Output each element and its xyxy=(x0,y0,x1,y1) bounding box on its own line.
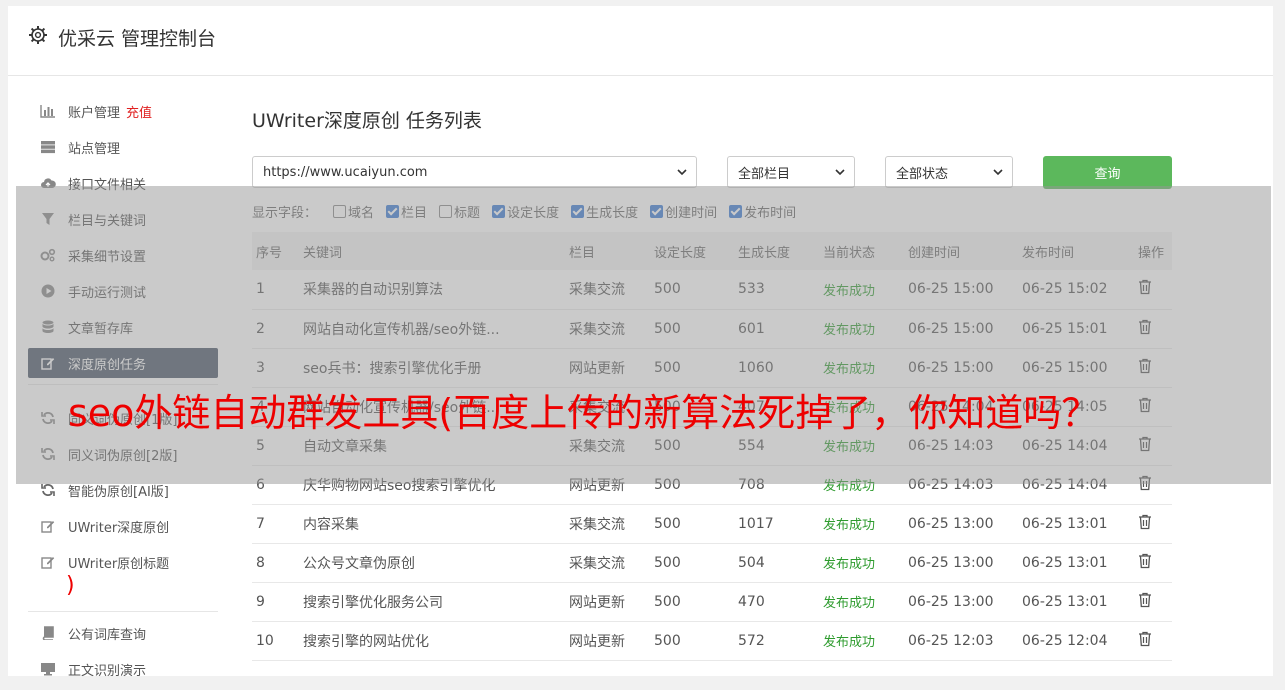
table-cell: 7 xyxy=(256,515,265,532)
sidebar-item-uwriter-deep[interactable]: UWriter深度原创 xyxy=(28,511,218,541)
server-icon xyxy=(40,139,56,155)
table-cell: 发布成功 xyxy=(823,596,876,611)
table-cell: 采集交流 xyxy=(569,555,625,572)
table-cell: 06-25 13:01 xyxy=(1022,554,1108,571)
overlay-headline: seo外链自动群发工具(百度上传的新算法死掉了，你知道吗？ xyxy=(68,391,1100,435)
monitor-icon xyxy=(40,661,56,677)
table-cell: 发布成功 xyxy=(823,557,876,572)
page-title: UWriter深度原创 任务列表 xyxy=(252,110,482,132)
table-cell: 06-25 12:03 xyxy=(908,632,994,649)
chevron-down-icon xyxy=(835,169,845,176)
site-select[interactable]: https://www.ucaiyun.com xyxy=(252,156,697,188)
stray-paren: ) xyxy=(66,573,75,598)
sidebar-divider xyxy=(28,611,218,612)
sidebar-item-text-recognition[interactable]: 正文识别演示 xyxy=(28,654,218,684)
header-bar: 优采云 管理控制台 xyxy=(8,6,1273,76)
refresh-icon xyxy=(40,482,56,498)
table-cell: 500 xyxy=(654,632,681,649)
sidebar-item-sites[interactable]: 站点管理 xyxy=(28,132,218,162)
column-select[interactable]: 全部栏目 xyxy=(727,156,855,188)
column-select-value: 全部栏目 xyxy=(738,166,791,182)
table-cell: 内容采集 xyxy=(303,516,359,533)
table-row: 10 搜索引擎的网站优化 网站更新 500 572 发布成功 06-25 12:03 06-2… xyxy=(252,621,1172,660)
chevron-down-icon xyxy=(993,169,1003,176)
chevron-down-icon xyxy=(677,169,687,176)
table-cell: 572 xyxy=(738,632,765,649)
sidebar-item-label: 正文识别演示 xyxy=(68,663,147,679)
sidebar-item-uwriter-title[interactable]: UWriter原创标题 xyxy=(28,547,218,577)
table-cell: 1017 xyxy=(738,515,774,532)
status-select[interactable]: 全部状态 xyxy=(885,156,1013,188)
app-title: 优采云 管理控制台 xyxy=(58,28,217,50)
sidebar-item-label: 公有词库查询 xyxy=(68,627,147,643)
table-cell: 06-25 13:01 xyxy=(1022,515,1108,532)
trash-icon[interactable] xyxy=(1138,592,1152,608)
table-cell: 搜索引擎的网站优化 xyxy=(303,633,429,650)
table-cell: 06-25 13:00 xyxy=(908,593,994,610)
sidebar-item-label: 站点管理 xyxy=(68,141,121,157)
table-cell: 搜索引擎优化服务公司 xyxy=(303,594,443,611)
table-cell: 470 xyxy=(738,593,765,610)
table-cell: 采集交流 xyxy=(569,516,625,533)
table-cell: 06-25 13:01 xyxy=(1022,593,1108,610)
recharge-link[interactable]: 充值 xyxy=(126,102,152,121)
table-cell: 公众号文章伪原创 xyxy=(303,555,415,572)
image-overlay xyxy=(16,186,1271,484)
sidebar-item-public-lexicon[interactable]: 公有词库查询 xyxy=(28,618,218,648)
table-row: 7 内容采集 采集交流 500 1017 发布成功 06-25 13:00 06-25 13:… xyxy=(252,504,1172,543)
table-row: 8 公众号文章伪原创 采集交流 500 504 发布成功 06-25 13:00 06-25 … xyxy=(252,543,1172,582)
sidebar-item-label: UWriter原创标题 xyxy=(68,556,170,572)
table-cell: 500 xyxy=(654,593,681,610)
table-cell: 发布成功 xyxy=(823,518,876,533)
bar-chart-icon xyxy=(40,103,56,119)
table-cell: 10 xyxy=(256,632,274,649)
table-row: 9 搜索引擎优化服务公司 网站更新 500 470 发布成功 06-25 13:00 06-2… xyxy=(252,582,1172,621)
site-select-value: https://www.ucaiyun.com xyxy=(263,164,428,180)
edit-icon xyxy=(40,554,56,570)
trash-icon[interactable] xyxy=(1138,631,1152,647)
table-cell: 06-25 12:04 xyxy=(1022,632,1108,649)
sidebar-item-account[interactable]: 账户管理 充值 xyxy=(28,96,218,126)
sidebar-item-label: 账户管理 xyxy=(68,105,121,121)
table-cell-actions xyxy=(1134,504,1172,543)
query-button[interactable]: 查询 xyxy=(1043,156,1172,189)
table-cell-actions xyxy=(1134,582,1172,621)
edit-icon xyxy=(40,518,56,534)
status-select-value: 全部状态 xyxy=(896,166,949,182)
table-cell-actions xyxy=(1134,543,1172,582)
table-cell: 网站更新 xyxy=(569,633,625,650)
table-cell-actions xyxy=(1134,621,1172,660)
table-cell: 06-25 13:00 xyxy=(908,515,994,532)
table-cell: 500 xyxy=(654,515,681,532)
trash-icon[interactable] xyxy=(1138,514,1152,530)
table-cell: 9 xyxy=(256,593,265,610)
book-icon xyxy=(40,625,56,641)
trash-icon[interactable] xyxy=(1138,553,1152,569)
table-cell: 500 xyxy=(654,554,681,571)
table-cell: 网站更新 xyxy=(569,594,625,611)
table-cell: 06-25 13:00 xyxy=(908,554,994,571)
table-cell: 发布成功 xyxy=(823,635,876,650)
sidebar-item-label: UWriter深度原创 xyxy=(68,520,170,536)
table-cell: 504 xyxy=(738,554,765,571)
gear-icon xyxy=(29,26,47,44)
table-cell: 8 xyxy=(256,554,265,571)
